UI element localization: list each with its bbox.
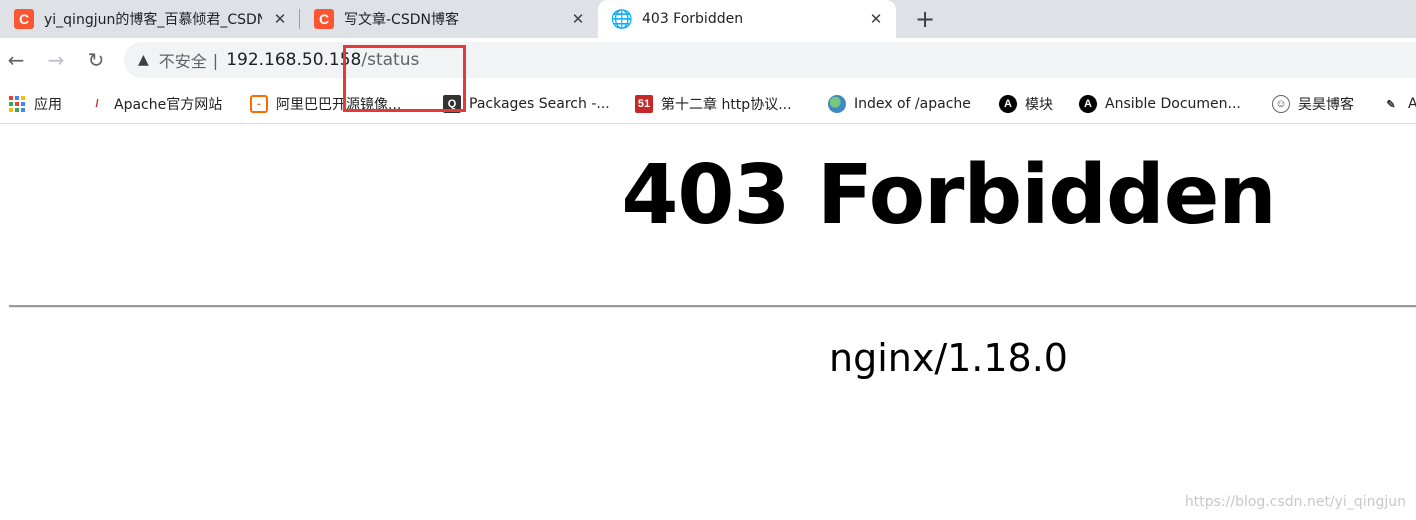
bookmark-apache[interactable]: / Apache官方网站 xyxy=(88,92,222,116)
tab-title: yi_qingjun的博客_百慕倾君_CSDN博客 xyxy=(44,12,262,28)
bookmark-label: 模块 xyxy=(1025,97,1053,113)
bookmark-label: 第十二章 http协议... xyxy=(661,97,792,113)
tab-strip: C yi_qingjun的博客_百慕倾君_CSDN博客 ✕ C 写文章-CSDN… xyxy=(0,0,1416,38)
aliyun-icon: - xyxy=(250,95,268,113)
tab-csdn-blog[interactable]: C yi_qingjun的博客_百慕倾君_CSDN博客 ✕ xyxy=(0,0,300,38)
51cto-icon: 51 xyxy=(635,95,653,113)
horizontal-divider xyxy=(9,305,1416,308)
bookmark-label: A xyxy=(1408,96,1416,112)
bookmark-packages-search[interactable]: Q Packages Search -... xyxy=(443,92,610,116)
ansible-icon: A xyxy=(1079,95,1097,113)
bookmark-http-chapter[interactable]: 51 第十二章 http协议... xyxy=(635,92,792,116)
csdn-favicon-icon: C xyxy=(14,9,34,29)
avatar-icon: ☺ xyxy=(1272,95,1290,113)
pen-icon: ✎ xyxy=(1386,98,1396,111)
bookmark-label: Index of /apache xyxy=(854,96,971,112)
bookmark-label: Packages Search -... xyxy=(469,96,610,112)
bookmark-label: Apache官方网站 xyxy=(114,97,223,113)
tab-title: 写文章-CSDN博客 xyxy=(344,12,459,28)
bookmark-label: Ansible Documen... xyxy=(1105,96,1241,112)
page-title: 403 Forbidden xyxy=(621,148,1276,243)
bookmark-label: 吴昊博客 xyxy=(1298,97,1354,113)
apps-grid-icon xyxy=(8,95,26,113)
security-separator: | xyxy=(212,50,219,70)
browser-toolbar: ← → ↻ ▲ 不安全 | 192.168.50.158/status xyxy=(0,38,1416,84)
csdn-favicon-icon: C xyxy=(314,9,334,29)
new-tab-button[interactable]: + xyxy=(912,6,938,32)
globe-icon xyxy=(828,95,846,113)
bookmark-modules[interactable]: A 模块 xyxy=(999,92,1053,116)
annotation-highlight xyxy=(343,45,466,112)
bookmark-apps[interactable]: 应用 xyxy=(8,92,62,116)
bookmark-index-apache[interactable]: Index of /apache xyxy=(828,92,971,116)
server-signature: nginx/1.18.0 xyxy=(828,336,1068,380)
close-tab-icon[interactable]: ✕ xyxy=(868,11,884,27)
bookmark-ansible-docs[interactable]: A Ansible Documen... xyxy=(1079,92,1241,116)
tab-403-forbidden[interactable]: 🌐 403 Forbidden ✕ xyxy=(598,0,896,38)
tab-title: 403 Forbidden xyxy=(642,11,744,27)
security-label[interactable]: 不安全 xyxy=(159,48,207,72)
close-tab-icon[interactable]: ✕ xyxy=(570,11,586,27)
back-button[interactable]: ← xyxy=(4,48,28,72)
ansible-icon: A xyxy=(999,95,1017,113)
bookmark-wuhao-blog[interactable]: ☺ 吴昊博客 xyxy=(1272,92,1354,116)
globe-icon: 🌐 xyxy=(610,8,634,29)
watermark: https://blog.csdn.net/yi_qingjun xyxy=(1184,494,1406,510)
address-bar[interactable]: ▲ 不安全 | 192.168.50.158/status xyxy=(124,42,1416,78)
forward-button[interactable]: → xyxy=(44,48,68,72)
bookmark-label: 应用 xyxy=(34,97,62,113)
warning-icon[interactable]: ▲ xyxy=(138,52,149,68)
apache-feather-icon: / xyxy=(95,98,99,110)
bookmarks-bar: 应用 / Apache官方网站 - 阿里巴巴开源镜像... Q Packages… xyxy=(0,84,1416,124)
bookmark-overflow[interactable]: ✎ A xyxy=(1382,92,1416,116)
close-tab-icon[interactable]: ✕ xyxy=(272,11,288,27)
tab-write-article[interactable]: C 写文章-CSDN博客 ✕ xyxy=(300,0,598,38)
url-host[interactable]: 192.168.50.158 xyxy=(226,50,361,70)
reload-button[interactable]: ↻ xyxy=(84,48,108,72)
